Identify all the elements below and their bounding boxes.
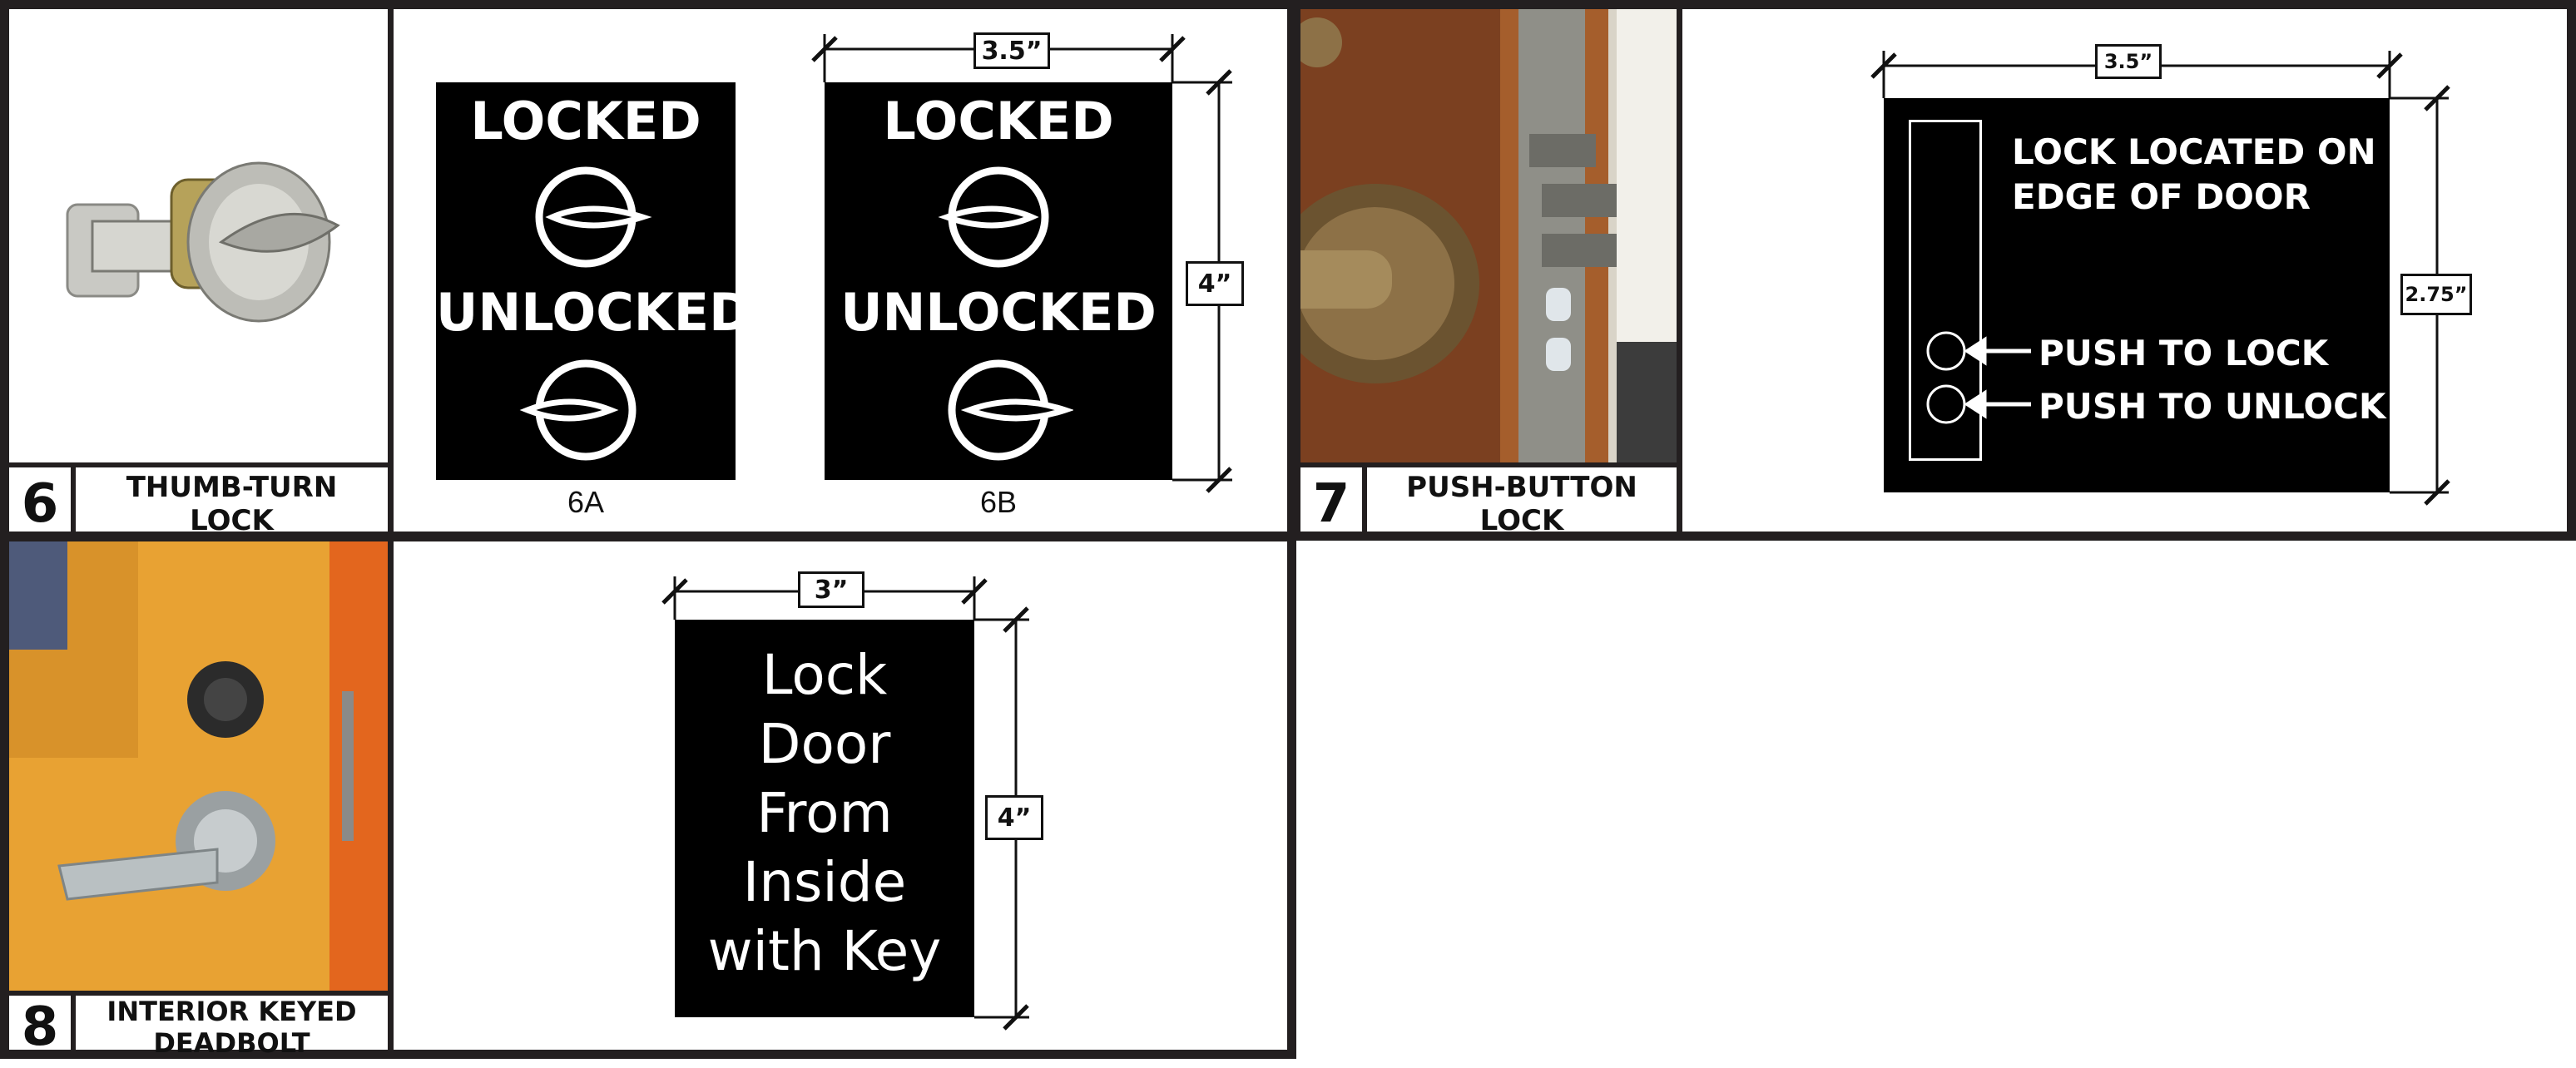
- dimension-lines-6: [811, 34, 1232, 493]
- panel-push-button-lock: 7 PUSH-BUTTON LOCK LOCK LOCATED ON EDGE …: [1291, 0, 2576, 541]
- dimension-height-label: 4”: [1186, 261, 1244, 306]
- panel-thumb-turn-lock: 6 THUMB-TURN LOCK LOCKED UNLOCKED 6A LOC…: [0, 0, 1296, 541]
- dimension-height-label: 2.75”: [2400, 274, 2472, 315]
- dimension-width-label: 3”: [798, 571, 864, 608]
- dimension-width-label: 3.5”: [2095, 44, 2162, 79]
- dimension-height-label: 4”: [985, 795, 1043, 840]
- dimension-lines-8: [661, 576, 1029, 1031]
- dimension-lines-7: [1870, 51, 2450, 506]
- panel-interior-keyed-deadbolt: 8 INTERIOR KEYED DEADBOLT Lock Door From…: [0, 532, 1296, 1059]
- dimension-width-label: 3.5”: [973, 32, 1050, 69]
